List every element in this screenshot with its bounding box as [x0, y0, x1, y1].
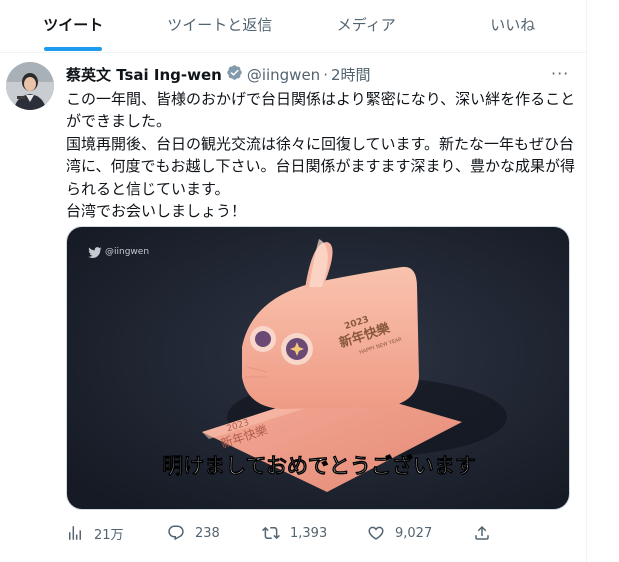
tweet-paragraph: 台湾でお会いしましょう！: [66, 202, 247, 221]
reply-icon: [168, 525, 184, 541]
tab-label: ツイートと返信: [167, 16, 273, 34]
retweet-button[interactable]: 1,393: [262, 524, 327, 542]
profile-tabs: ツイート ツイートと返信 メディア いいね: [0, 0, 586, 53]
tweet-header: 蔡英文 Tsai Ing-wen @iingwen · 2時間: [66, 64, 371, 85]
tweet-paragraph: 国境再開後、台日の観光交流は徐々に回復しています。新たな一年もぜひ台湾に、何度で…: [66, 134, 575, 198]
active-tab-indicator: [44, 47, 103, 51]
media-caption: 明けましておめでとうございます: [162, 454, 476, 478]
tab-tweets[interactable]: ツイート: [0, 0, 147, 52]
author-handle[interactable]: @iingwen: [247, 66, 320, 84]
retweet-count: 1,393: [290, 525, 328, 541]
more-options-icon[interactable]: ···: [551, 64, 569, 83]
share-icon: [475, 525, 489, 540]
tab-label: ツイート: [43, 16, 104, 34]
like-icon: [368, 526, 384, 540]
avatar-image: [6, 62, 54, 110]
reply-button[interactable]: 238: [167, 524, 220, 542]
verified-badge-icon: [226, 64, 243, 85]
tab-label: いいね: [490, 16, 536, 34]
meta-separator: ·: [323, 65, 328, 84]
avatar[interactable]: [6, 62, 54, 110]
like-count: 9,027: [395, 525, 433, 541]
media-watermark: @iingwen: [105, 247, 149, 257]
views-icon: [69, 526, 81, 540]
tab-label: メディア: [336, 16, 396, 34]
views-stat[interactable]: 21万: [66, 524, 124, 543]
tab-tweets-and-replies[interactable]: ツイートと返信: [147, 0, 294, 52]
tab-likes[interactable]: いいね: [440, 0, 587, 52]
tweet-timestamp[interactable]: 2時間: [331, 64, 371, 85]
views-count: 21万: [94, 527, 124, 543]
tab-media[interactable]: メディア: [293, 0, 440, 52]
retweet-icon: [262, 526, 280, 540]
tweet-media-video[interactable]: 2023 新年快樂 HAPPY NEW YEAR 2023 新年快樂 @iing…: [66, 226, 570, 510]
tweet-paragraph: この一年間、皆様のおかげで台日関係はより緊密になり、深い絆を作ることができました…: [66, 90, 576, 131]
reply-count: 238: [195, 525, 220, 541]
like-button[interactable]: 9,027: [367, 524, 432, 542]
tweet-actions: 21万 238 1,393 9,027: [66, 522, 496, 544]
column-divider: [586, 0, 587, 562]
tweet-text: この一年間、皆様のおかげで台日関係はより緊密になり、深い絆を作ることができました…: [66, 88, 581, 222]
share-button[interactable]: [473, 524, 491, 542]
author-name[interactable]: 蔡英文 Tsai Ing-wen: [66, 64, 222, 85]
